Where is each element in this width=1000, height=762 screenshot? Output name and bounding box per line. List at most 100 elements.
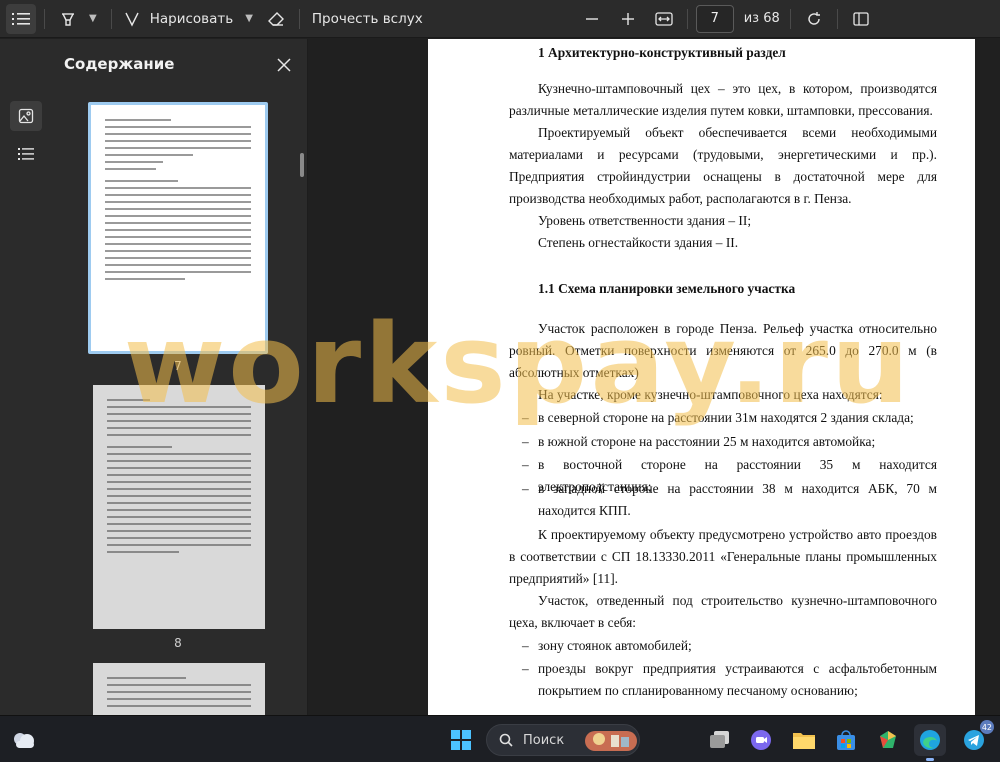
highlight-options-chevron-icon[interactable]: ▼ <box>89 13 97 24</box>
folder-icon <box>793 733 815 749</box>
weather-cloud-icon <box>14 733 34 748</box>
outline-tab[interactable] <box>10 139 42 169</box>
current-page: 7 <box>710 11 719 26</box>
page-number-input[interactable]: 7 <box>695 4 734 33</box>
weather-widget[interactable] <box>8 724 40 756</box>
store-bag-icon <box>837 730 855 750</box>
active-app-indicator <box>926 758 934 761</box>
fit-width-button[interactable] <box>649 4 679 34</box>
thumbnail-page-number: 7 <box>174 359 182 373</box>
thumbnail-text-lines <box>105 119 251 285</box>
taskbar-search[interactable]: Поиск <box>486 724 640 756</box>
thumbnails-tab[interactable] <box>10 101 42 131</box>
image-thumbnail-icon <box>18 108 34 124</box>
draw-options-chevron-icon[interactable]: ▼ <box>245 13 253 24</box>
toolbar-separator <box>44 8 45 29</box>
task-view-button[interactable] <box>704 724 736 756</box>
outline-list-icon <box>18 148 34 160</box>
list-item: – в северной стороне на расстоянии 31м н… <box>428 407 975 429</box>
sidebar-scrollbar[interactable] <box>300 153 304 177</box>
highlight-button[interactable] <box>53 4 83 34</box>
page-view-icon <box>853 11 869 26</box>
list-icon <box>12 12 30 25</box>
store-button[interactable] <box>830 724 862 756</box>
plus-icon <box>621 12 634 25</box>
thumbnail-text-lines <box>107 677 251 712</box>
file-explorer-button[interactable] <box>788 724 820 756</box>
section-heading: 1 Архитектурно-конструктивный раздел <box>538 45 786 60</box>
read-aloud-label: Прочесть вслух <box>311 10 423 27</box>
minus-icon <box>585 17 598 20</box>
photos-button[interactable] <box>872 724 904 756</box>
close-icon <box>277 58 291 72</box>
edge-browser-button[interactable] <box>914 724 946 761</box>
rotate-button[interactable] <box>799 4 829 34</box>
list-item-text: зону стоянок автомобилей; <box>538 638 692 653</box>
pdf-viewer-app: ▼ Нарисовать ▼ Прочесть вслух 7 из 68 Со… <box>0 0 1000 762</box>
search-placeholder: Поиск <box>523 732 565 748</box>
document-canvas[interactable]: 1 Архитектурно-конструктивный раздел Куз… <box>309 39 1000 715</box>
list-item-text: в южной стороне на расстоянии 25 м наход… <box>538 434 876 449</box>
toolbar-separator <box>789 8 791 29</box>
list-dash: – <box>522 410 529 425</box>
toolbar-separator <box>110 8 112 29</box>
list-item: – в западной стороне на расстоянии 38 м … <box>428 478 975 522</box>
list-item-text: в западной стороне на расстоянии 38 м на… <box>538 481 937 518</box>
paragraph: К проектируемому объекту предусмотрено у… <box>509 527 937 586</box>
thumbnail-page-number: 8 <box>174 636 182 650</box>
thumbnail-text-lines <box>107 399 251 558</box>
teams-chat-button[interactable] <box>745 724 777 756</box>
paragraph: Степень огнестайкости здания – II. <box>538 235 739 250</box>
search-icon <box>499 733 513 747</box>
eraser-icon <box>267 11 284 26</box>
toolbar-separator <box>298 8 300 29</box>
read-aloud-button[interactable]: Прочесть вслух <box>308 4 427 34</box>
toolbar-separator <box>686 8 688 29</box>
paragraph: Кузнечно-штамповочный цех – это цех, в к… <box>509 81 937 118</box>
highlighter-icon <box>62 12 74 26</box>
taskbar: Поиск 42 <box>0 715 1000 762</box>
page-thumbnail-7[interactable] <box>91 105 265 351</box>
chat-icon <box>751 730 771 750</box>
toggle-sidebar-button[interactable] <box>6 3 36 34</box>
edge-icon <box>920 730 940 750</box>
list-dash: – <box>522 661 529 676</box>
sidebar-rail <box>0 39 50 715</box>
notification-badge: 42 <box>979 720 994 734</box>
page-thumbnail-9[interactable] <box>93 663 265 715</box>
list-dash: – <box>522 638 529 653</box>
list-item-text: проезды вокруг предприятия устраиваются … <box>538 661 937 698</box>
zoom-out-button[interactable] <box>577 4 607 34</box>
zoom-in-button[interactable] <box>613 4 643 34</box>
page-thumbnail-8[interactable] <box>93 385 265 629</box>
list-item: – в южной стороне на расстоянии 25 м нах… <box>428 431 975 453</box>
page-view-button[interactable] <box>846 4 876 34</box>
sidebar-title: Содержание <box>64 55 175 73</box>
list-item: – зону стоянок автомобилей; <box>428 635 975 657</box>
list-item: – проезды вокруг предприятия устраиваютс… <box>428 658 975 702</box>
photos-icon <box>880 731 896 748</box>
task-view-icon <box>710 731 729 748</box>
paragraph: Участок расположен в городе Пенза. Релье… <box>509 321 937 380</box>
draw-button[interactable]: Нарисовать <box>120 4 238 34</box>
document-page: 1 Архитектурно-конструктивный раздел Куз… <box>428 39 975 715</box>
list-dash: – <box>522 481 529 496</box>
rotate-icon <box>808 11 820 25</box>
windows-logo-icon <box>451 730 471 750</box>
list-dash: – <box>522 457 529 472</box>
subsection-heading: 1.1 Схема планировки земельного участка <box>538 281 796 296</box>
search-highlight-image-icon <box>585 731 637 751</box>
eraser-button[interactable] <box>261 4 291 34</box>
toolbar-separator <box>836 8 838 29</box>
paragraph: Уровень ответственности здания – II; <box>538 213 752 228</box>
list-item-text: в северной стороне на расстоянии 31м нах… <box>538 410 914 425</box>
draw-pen-icon <box>125 12 139 27</box>
fit-width-icon <box>655 11 673 26</box>
telegram-button[interactable]: 42 <box>958 720 994 756</box>
close-sidebar-button[interactable] <box>272 53 296 77</box>
paragraph: На участке, кроме кузнечно-штамповочного… <box>538 387 883 402</box>
start-button[interactable] <box>445 724 477 756</box>
paragraph: Участок, отведенный под строительство ку… <box>509 593 937 630</box>
toolbar: ▼ Нарисовать ▼ Прочесть вслух 7 из 68 <box>0 0 1000 38</box>
paragraph: Проектируемый объект обеспечивается всем… <box>509 125 937 206</box>
